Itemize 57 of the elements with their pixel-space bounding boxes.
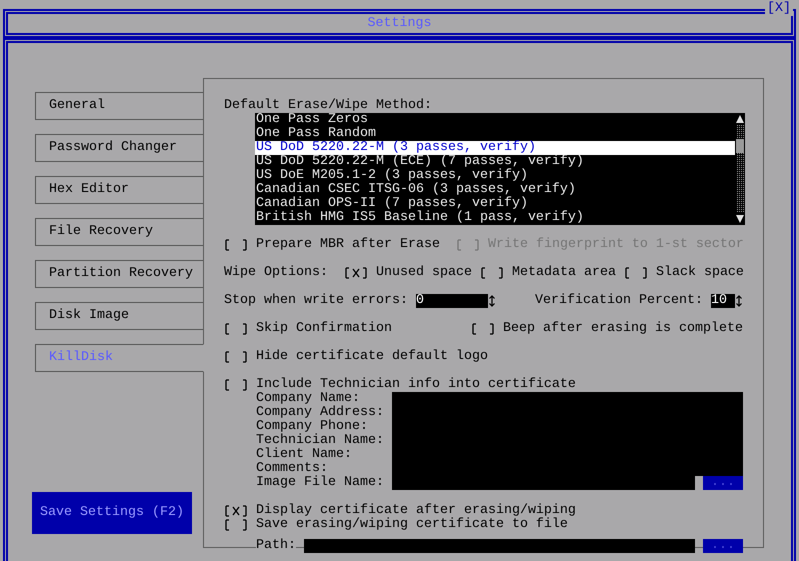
checkbox[interactable] [344,266,368,280]
erase-method-option[interactable]: US DoD 5220.22-M (ECE) (7 passes, verify) [255,155,735,169]
erase-method-option[interactable]: Canadian OPS-II (7 passes, verify) [255,197,735,211]
field-label: Company Address: [256,406,385,420]
checkbox-label: Slack space [656,266,744,280]
spin-arrows-icon[interactable] [488,294,496,308]
verification-field[interactable]: 10 [711,294,735,308]
text-field[interactable] [392,392,743,406]
checkbox-label: Save erasing/wiping certificate to file [256,518,568,532]
text-field[interactable] [392,476,696,490]
checkbox-label: Prepare MBR after Erase [256,238,440,252]
scrollbar[interactable] [735,113,745,225]
erase-method-list[interactable] [255,113,745,225]
checkbox[interactable] [224,322,248,336]
checkbox-label: Metadata area [512,266,616,280]
sidebar-tab[interactable]: General [35,92,204,120]
field-label: Client Name: [256,448,353,462]
erase-method-option[interactable]: British HMG IS5 Baseline (1 pass, verify) [255,211,735,225]
erase-method-option[interactable]: US DoD 5220.22-M (3 passes, verify) [255,141,735,155]
save-settings-button[interactable]: Save Settings (F2) [32,492,192,534]
window-title: Settings [368,16,432,30]
checkbox[interactable] [471,322,496,336]
erase-method-label: Default Erase/Wipe Method: [224,99,433,113]
spin-arrows-icon[interactable] [735,294,743,308]
checkbox-label: Include Technician info into certificate [256,378,576,392]
field-label: Image File Name: [256,476,385,490]
sidebar-tab[interactable]: Partition Recovery [35,260,204,288]
field-label: Technician Name: [256,434,385,448]
erase-method-option[interactable]: One Pass Random [255,127,735,141]
field-label: Company Name: [256,392,360,406]
field-label: Comments: [256,462,328,476]
sidebar-tab[interactable]: Password Changer [35,134,204,162]
wipe-options-label: Wipe Options: [224,266,328,280]
sidebar-tab[interactable]: File Recovery [35,218,204,246]
checkbox-label: Beep after erasing is complete [503,322,743,336]
sidebar-tab[interactable]: Hex Editor [35,176,204,204]
path-field[interactable] [304,539,696,553]
stop-errors-label: Stop when write errors: [224,294,408,308]
stop-errors-field[interactable]: 0 [416,294,488,308]
close-button[interactable]: [X] [765,2,793,16]
checkbox[interactable] [224,238,248,252]
field-label: Company Phone: [256,420,369,434]
erase-method-option[interactable]: Canadian CSEC ITSG-06 (3 passes, verify) [255,183,735,197]
erase-method-option[interactable]: One Pass Zeros [255,113,735,127]
checkbox[interactable] [624,266,648,280]
checkbox[interactable] [224,518,248,532]
sidebar-tab[interactable]: Disk Image [35,302,204,330]
checkbox[interactable] [224,504,248,518]
checkbox[interactable] [224,378,248,392]
checkbox-label: Hide certificate default logo [256,350,488,364]
checkbox-label: Unused space [376,266,472,280]
erase-method-option[interactable]: US DoE M205.1-2 (3 passes, verify) [255,169,735,183]
checkbox[interactable] [480,266,504,280]
checkbox-label: Display certificate after erasing/wiping [256,504,576,518]
verification-label: Verification Percent: [535,294,703,308]
checkbox-label: Skip Confirmation [256,322,392,336]
checkbox[interactable] [224,350,248,364]
